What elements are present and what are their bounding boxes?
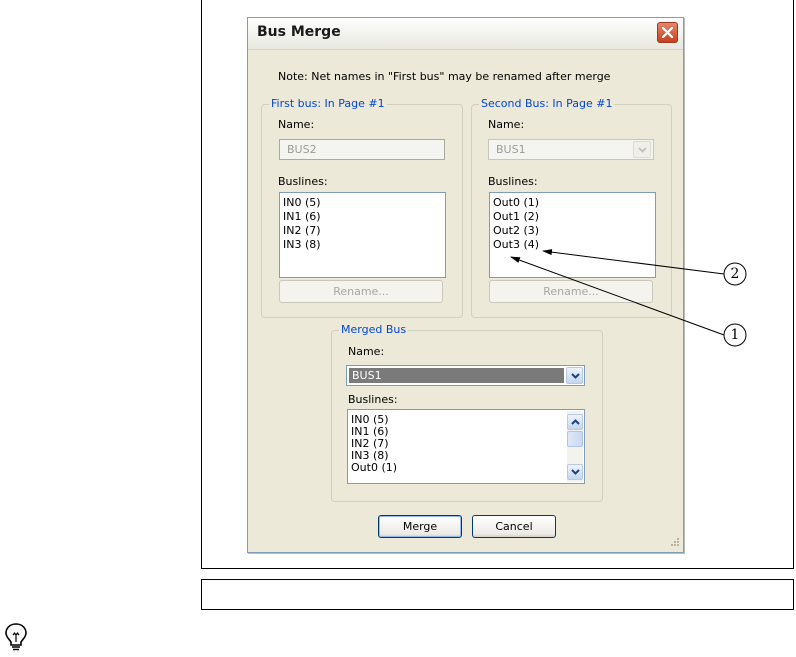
callout-arrows xyxy=(510,249,747,347)
callout-number-2: 2 xyxy=(730,266,740,282)
lightbulb-icon xyxy=(5,623,27,651)
callout-number-1: 1 xyxy=(730,327,740,343)
callout-line-1 xyxy=(510,256,725,336)
callout-line-2 xyxy=(542,249,725,275)
